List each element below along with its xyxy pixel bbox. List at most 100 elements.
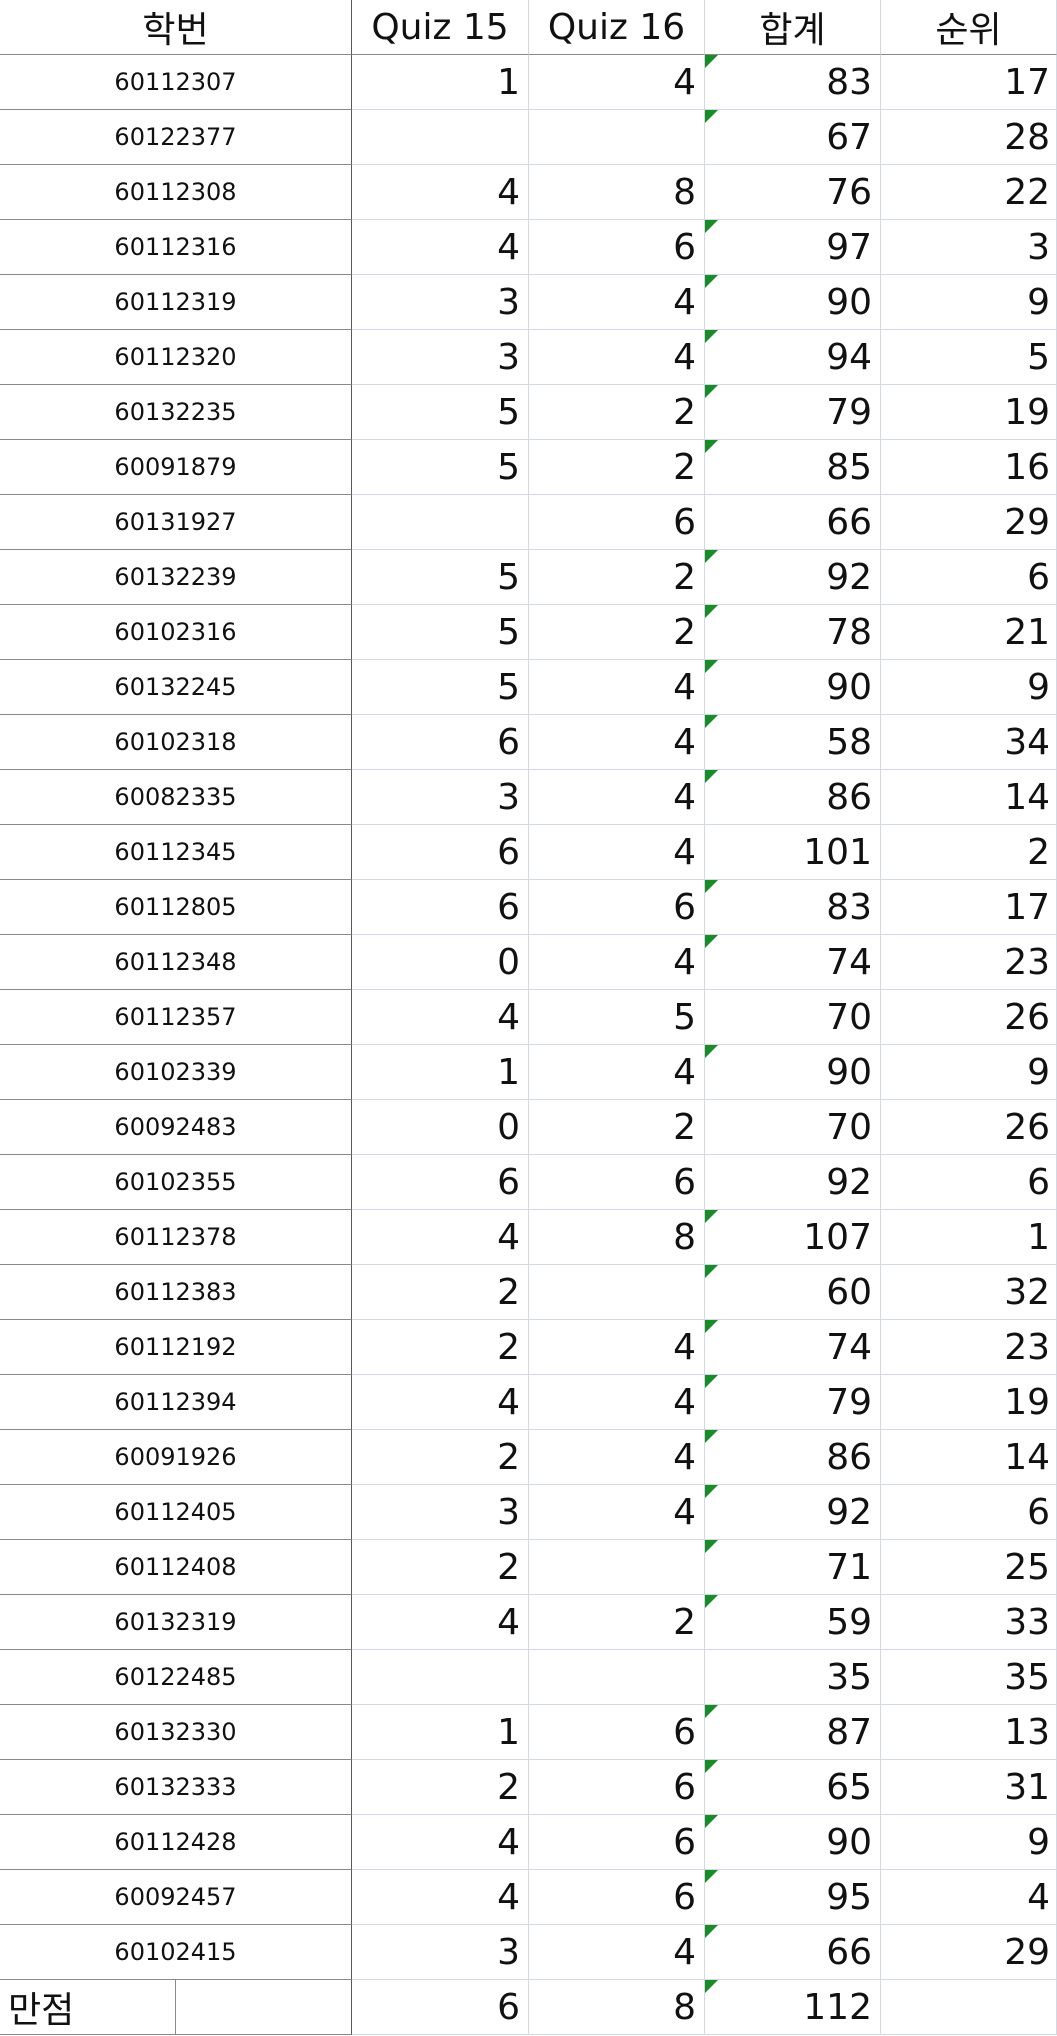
rank-cell[interactable]: 29	[881, 495, 1057, 550]
quiz-16-cell[interactable]: 4	[529, 55, 705, 110]
quiz-15-cell[interactable]: 3	[352, 275, 529, 330]
student-id-cell[interactable]: 60112428	[0, 1815, 352, 1870]
total-cell[interactable]: 66	[705, 495, 881, 550]
rank-cell[interactable]: 17	[881, 880, 1057, 935]
total-cell[interactable]: 90	[705, 1045, 881, 1100]
quiz-16-cell[interactable]: 2	[529, 1595, 705, 1650]
quiz-15-cell[interactable]: 0	[352, 1100, 529, 1155]
header-total[interactable]: 합계	[705, 0, 881, 55]
student-id-cell[interactable]: 60112394	[0, 1375, 352, 1430]
quiz-16-cell[interactable]: 6	[529, 1155, 705, 1210]
quiz-16-cell[interactable]: 2	[529, 550, 705, 605]
rank-cell[interactable]: 2	[881, 825, 1057, 880]
rank-cell[interactable]: 6	[881, 1155, 1057, 1210]
total-cell[interactable]: 59	[705, 1595, 881, 1650]
quiz-16-cell[interactable]: 2	[529, 605, 705, 660]
total-cell[interactable]: 95	[705, 1870, 881, 1925]
student-id-cell[interactable]: 60132235	[0, 385, 352, 440]
blank-rank-cell[interactable]	[881, 1980, 1057, 2035]
quiz-16-cell[interactable]: 4	[529, 275, 705, 330]
rank-cell[interactable]: 31	[881, 1760, 1057, 1815]
total-cell[interactable]: 92	[705, 550, 881, 605]
rank-cell[interactable]: 26	[881, 990, 1057, 1045]
rank-cell[interactable]: 6	[881, 550, 1057, 605]
quiz-16-cell[interactable]	[529, 1540, 705, 1595]
header-student-id[interactable]: 학번	[0, 0, 352, 55]
total-cell[interactable]: 70	[705, 1100, 881, 1155]
max-score-quiz-16[interactable]: 8	[529, 1980, 705, 2035]
rank-cell[interactable]: 29	[881, 1925, 1057, 1980]
total-cell[interactable]: 90	[705, 660, 881, 715]
student-id-cell[interactable]: 60112805	[0, 880, 352, 935]
quiz-16-cell[interactable]: 4	[529, 825, 705, 880]
quiz-16-cell[interactable]: 4	[529, 1430, 705, 1485]
quiz-16-cell[interactable]: 8	[529, 1210, 705, 1265]
quiz-15-cell[interactable]: 2	[352, 1320, 529, 1375]
quiz-16-cell[interactable]	[529, 110, 705, 165]
quiz-16-cell[interactable]: 8	[529, 165, 705, 220]
rank-cell[interactable]: 34	[881, 715, 1057, 770]
total-cell[interactable]: 86	[705, 1430, 881, 1485]
quiz-15-cell[interactable]: 0	[352, 935, 529, 990]
total-cell[interactable]: 60	[705, 1265, 881, 1320]
rank-cell[interactable]: 1	[881, 1210, 1057, 1265]
total-cell[interactable]: 85	[705, 440, 881, 495]
quiz-15-cell[interactable]: 4	[352, 1375, 529, 1430]
quiz-15-cell[interactable]: 3	[352, 1925, 529, 1980]
total-cell[interactable]: 79	[705, 1375, 881, 1430]
quiz-16-cell[interactable]	[529, 1265, 705, 1320]
student-id-cell[interactable]: 60132333	[0, 1760, 352, 1815]
quiz-15-cell[interactable]: 6	[352, 1155, 529, 1210]
quiz-16-cell[interactable]: 4	[529, 770, 705, 825]
total-cell[interactable]: 97	[705, 220, 881, 275]
quiz-16-cell[interactable]: 4	[529, 330, 705, 385]
quiz-16-cell[interactable]: 4	[529, 1485, 705, 1540]
rank-cell[interactable]: 16	[881, 440, 1057, 495]
student-id-cell[interactable]: 60102355	[0, 1155, 352, 1210]
quiz-16-cell[interactable]: 2	[529, 440, 705, 495]
total-cell[interactable]: 92	[705, 1155, 881, 1210]
student-id-cell[interactable]: 60091879	[0, 440, 352, 495]
student-id-cell[interactable]: 60112192	[0, 1320, 352, 1375]
blank-cell[interactable]	[176, 1980, 352, 2035]
total-cell[interactable]: 90	[705, 275, 881, 330]
rank-cell[interactable]: 35	[881, 1650, 1057, 1705]
student-id-cell[interactable]: 60112316	[0, 220, 352, 275]
total-cell[interactable]: 66	[705, 1925, 881, 1980]
student-id-cell[interactable]: 60102415	[0, 1925, 352, 1980]
total-cell[interactable]: 70	[705, 990, 881, 1045]
student-id-cell[interactable]: 60112383	[0, 1265, 352, 1320]
student-id-cell[interactable]: 60102318	[0, 715, 352, 770]
quiz-16-cell[interactable]: 4	[529, 935, 705, 990]
quiz-15-cell[interactable]: 5	[352, 385, 529, 440]
quiz-15-cell[interactable]	[352, 110, 529, 165]
rank-cell[interactable]: 25	[881, 1540, 1057, 1595]
total-cell[interactable]: 76	[705, 165, 881, 220]
quiz-15-cell[interactable]: 4	[352, 165, 529, 220]
rank-cell[interactable]: 32	[881, 1265, 1057, 1320]
rank-cell[interactable]: 14	[881, 1430, 1057, 1485]
quiz-16-cell[interactable]: 6	[529, 1870, 705, 1925]
rank-cell[interactable]: 5	[881, 330, 1057, 385]
quiz-16-cell[interactable]: 6	[529, 880, 705, 935]
total-cell[interactable]: 67	[705, 110, 881, 165]
total-cell[interactable]: 79	[705, 385, 881, 440]
rank-cell[interactable]: 19	[881, 385, 1057, 440]
student-id-cell[interactable]: 60112378	[0, 1210, 352, 1265]
quiz-15-cell[interactable]: 4	[352, 1210, 529, 1265]
student-id-cell[interactable]: 60132330	[0, 1705, 352, 1760]
student-id-cell[interactable]: 60112345	[0, 825, 352, 880]
total-cell[interactable]: 83	[705, 880, 881, 935]
student-id-cell[interactable]: 60092457	[0, 1870, 352, 1925]
student-id-cell[interactable]: 60132239	[0, 550, 352, 605]
quiz-15-cell[interactable]: 4	[352, 1870, 529, 1925]
rank-cell[interactable]: 21	[881, 605, 1057, 660]
quiz-15-cell[interactable]: 3	[352, 1485, 529, 1540]
quiz-16-cell[interactable]: 4	[529, 1320, 705, 1375]
student-id-cell[interactable]: 60112405	[0, 1485, 352, 1540]
quiz-15-cell[interactable]: 2	[352, 1540, 529, 1595]
rank-cell[interactable]: 13	[881, 1705, 1057, 1760]
rank-cell[interactable]: 9	[881, 1045, 1057, 1100]
rank-cell[interactable]: 4	[881, 1870, 1057, 1925]
rank-cell[interactable]: 3	[881, 220, 1057, 275]
